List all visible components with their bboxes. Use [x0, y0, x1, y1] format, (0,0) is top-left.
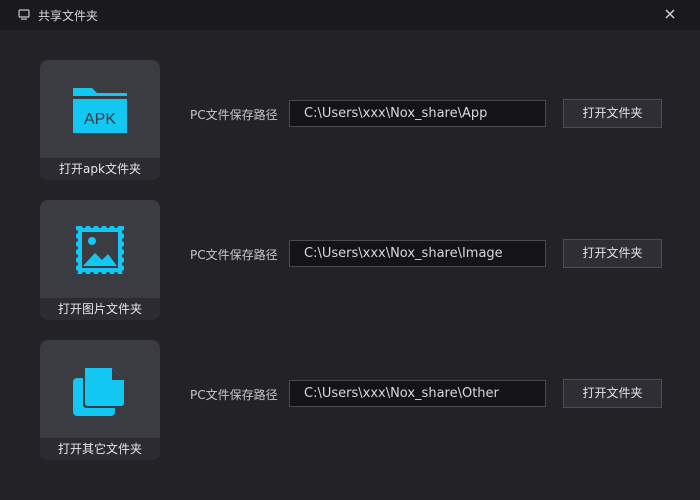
path-label: PC文件保存路径	[190, 108, 278, 122]
apk-path-input[interactable]: C:\Users\xxx\Nox_share\App	[289, 100, 546, 127]
shared-folder-window: 共享文件夹 APK 打开apk文件夹 PC文件保存路径 C:\Users\xxx…	[0, 0, 700, 500]
open-other-folder-tile[interactable]: 打开其它文件夹	[40, 340, 160, 460]
tile-label: 打开图片文件夹	[40, 298, 160, 320]
share-row-other: 打开其它文件夹 PC文件保存路径 C:\Users\xxx\Nox_share\…	[0, 340, 700, 460]
window-title: 共享文件夹	[38, 9, 99, 23]
tile-label: 打开apk文件夹	[40, 158, 160, 180]
open-other-folder-button[interactable]: 打开文件夹	[563, 379, 662, 408]
path-label: PC文件保存路径	[190, 388, 278, 402]
open-image-folder-tile[interactable]: 打开图片文件夹	[40, 200, 160, 320]
path-label: PC文件保存路径	[190, 248, 278, 262]
title-bar: 共享文件夹	[0, 0, 700, 30]
image-icon	[74, 224, 126, 276]
close-icon[interactable]	[662, 6, 678, 22]
other-path-input[interactable]: C:\Users\xxx\Nox_share\Other	[289, 380, 546, 407]
open-image-folder-button[interactable]: 打开文件夹	[563, 239, 662, 268]
apk-folder-icon: APK	[73, 88, 127, 133]
tile-label: 打开其它文件夹	[40, 438, 160, 460]
open-apk-folder-button[interactable]: 打开文件夹	[563, 99, 662, 128]
documents-icon	[73, 366, 126, 416]
apk-icon-text: APK	[84, 111, 116, 128]
image-path-input[interactable]: C:\Users\xxx\Nox_share\Image	[289, 240, 546, 267]
share-row-image: 打开图片文件夹 PC文件保存路径 C:\Users\xxx\Nox_share\…	[0, 200, 700, 320]
open-apk-folder-tile[interactable]: APK 打开apk文件夹	[40, 60, 160, 180]
share-row-apk: APK 打开apk文件夹 PC文件保存路径 C:\Users\xxx\Nox_s…	[0, 60, 700, 180]
monitor-icon	[18, 9, 30, 20]
